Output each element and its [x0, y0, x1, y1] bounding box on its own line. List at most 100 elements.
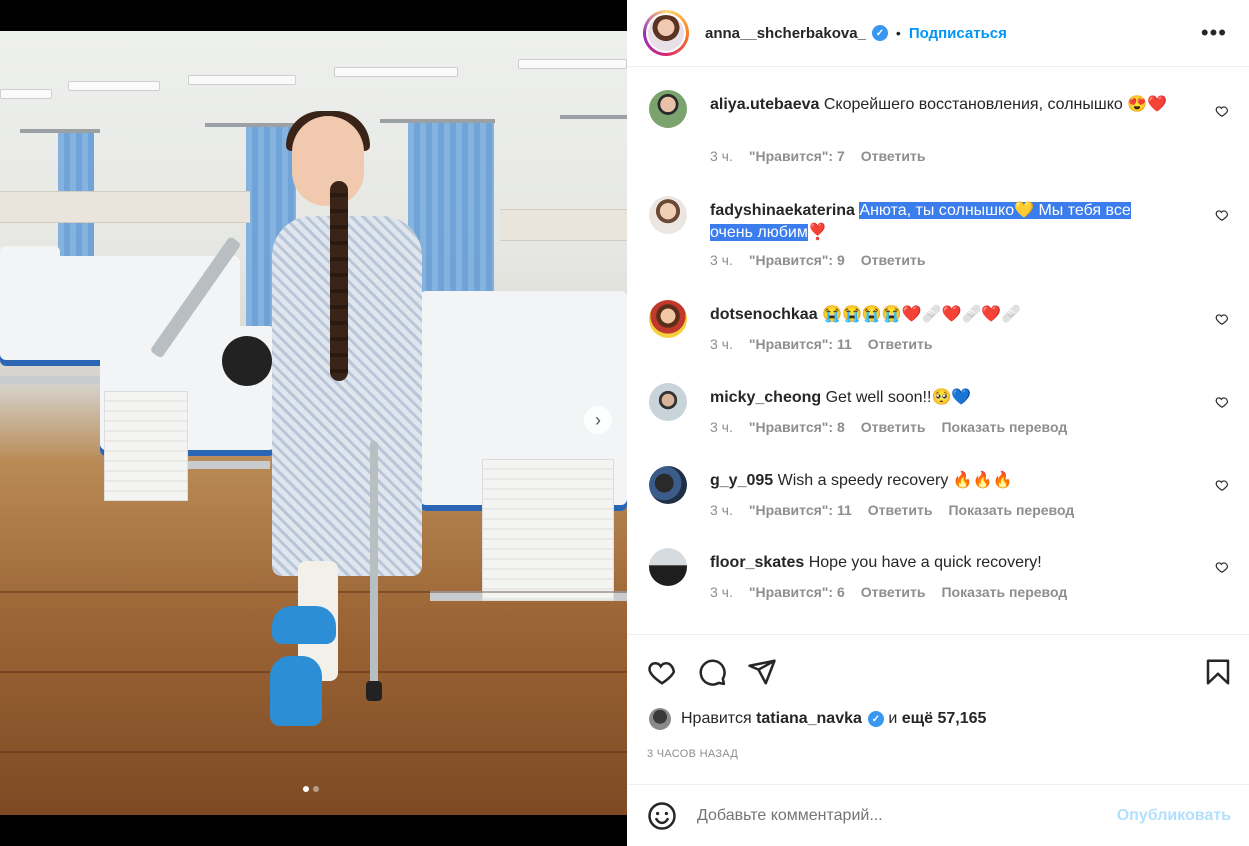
- like-heart-icon[interactable]: [647, 657, 677, 687]
- comment-likes[interactable]: "Нравится": 6: [749, 584, 845, 600]
- reply-button[interactable]: Ответить: [861, 584, 926, 600]
- person-shoe: [270, 656, 322, 726]
- comment-like-heart-icon[interactable]: [1215, 208, 1229, 222]
- follow-button[interactable]: Подписаться: [909, 25, 1007, 42]
- translate-button[interactable]: Показать перевод: [941, 584, 1067, 600]
- comment-avatar[interactable]: [649, 466, 687, 504]
- translate-button[interactable]: Показать перевод: [948, 502, 1074, 518]
- liker-username[interactable]: tatiana_navka: [756, 710, 862, 728]
- comment-like-heart-icon[interactable]: [1215, 395, 1229, 409]
- comment-input[interactable]: [697, 806, 1117, 825]
- comment-avatar[interactable]: [649, 548, 687, 586]
- comment-avatar[interactable]: [649, 383, 687, 421]
- post-panel: anna__shcherbakova_ ✓ • Подписаться ••• …: [627, 0, 1249, 846]
- comment-text: micky_cheong Get well soon!!🥺💙: [710, 387, 1170, 409]
- comment-meta: 3 ч. "Нравится": 11 Ответить: [710, 336, 932, 352]
- carousel-dots: [303, 786, 319, 792]
- ceiling-light: [0, 89, 52, 99]
- comment-emoji: 🥺💙: [931, 389, 972, 406]
- wall-panel: [0, 191, 250, 223]
- publish-button[interactable]: Опубликовать: [1117, 807, 1231, 825]
- comment-likes[interactable]: "Нравится": 9: [749, 252, 845, 268]
- reply-button[interactable]: Ответить: [861, 419, 926, 435]
- comment-text: aliya.utebaeva Скорейшего восстановления…: [710, 94, 1170, 116]
- curtain-rail: [560, 115, 627, 119]
- comment-like-heart-icon[interactable]: [1215, 104, 1229, 118]
- crutch: [370, 441, 378, 691]
- person-shoe: [272, 606, 336, 644]
- comment-bubble-icon[interactable]: [697, 657, 727, 687]
- comment-username[interactable]: fadyshinaekaterina: [710, 202, 855, 219]
- comment-emoji: 😍❤️: [1127, 96, 1168, 113]
- comment-meta: 3 ч. "Нравится": 11 Ответить Показать пе…: [710, 502, 1074, 518]
- post-photo[interactable]: [0, 31, 627, 815]
- comment-username[interactable]: g_y_095: [710, 472, 773, 489]
- comment-message: Скорейшего восстановления, солнышко: [823, 96, 1123, 113]
- translate-button[interactable]: Показать перевод: [941, 419, 1067, 435]
- reply-button[interactable]: Ответить: [861, 148, 926, 164]
- more-options-icon[interactable]: •••: [1201, 22, 1227, 44]
- comment-username[interactable]: micky_cheong: [710, 389, 821, 406]
- crutch-tip: [366, 681, 382, 701]
- comment-likes[interactable]: "Нравится": 8: [749, 419, 845, 435]
- ceiling-light: [518, 59, 627, 69]
- ceiling-light: [334, 67, 458, 77]
- verified-icon: ✓: [871, 25, 888, 41]
- comment-like-heart-icon[interactable]: [1215, 478, 1229, 492]
- separator: •: [895, 25, 901, 41]
- comment-time: 3 ч.: [710, 148, 733, 164]
- comment-username[interactable]: aliya.utebaeva: [710, 96, 819, 113]
- reply-button[interactable]: Ответить: [868, 336, 933, 352]
- add-comment-bar: Опубликовать: [627, 784, 1249, 846]
- wall-panel: [500, 209, 627, 241]
- comment-like-heart-icon[interactable]: [1215, 560, 1229, 574]
- comment-likes[interactable]: "Нравится": 11: [749, 336, 852, 352]
- comment-avatar[interactable]: [649, 300, 687, 338]
- comment-avatar[interactable]: [649, 196, 687, 234]
- comment: floor_skates Hope you have a quick recov…: [649, 548, 1239, 628]
- comment-username[interactable]: dotsenochkaa: [710, 306, 818, 323]
- reply-button[interactable]: Ответить: [861, 252, 926, 268]
- towel: [104, 391, 188, 501]
- comment-text: floor_skates Hope you have a quick recov…: [710, 552, 1170, 574]
- ceiling-light: [68, 81, 160, 91]
- liker-avatar[interactable]: [649, 708, 671, 730]
- towel: [482, 459, 614, 601]
- carousel-dot: [313, 786, 319, 792]
- comment-text: g_y_095 Wish a speedy recovery 🔥🔥🔥: [710, 470, 1170, 492]
- reply-button[interactable]: Ответить: [868, 502, 933, 518]
- next-photo-button[interactable]: ›: [584, 406, 612, 434]
- bookmark-icon[interactable]: [1203, 657, 1233, 687]
- comment: aliya.utebaeva Скорейшего восстановления…: [649, 90, 1239, 190]
- post-timestamp[interactable]: 3 ЧАСОВ НАЗАД: [647, 748, 738, 760]
- comment: micky_cheong Get well soon!!🥺💙 3 ч. "Нра…: [649, 383, 1239, 463]
- post-header: anna__shcherbakova_ ✓ • Подписаться •••: [627, 0, 1249, 67]
- comment-likes[interactable]: "Нравится": 7: [749, 148, 845, 164]
- comment-text: fadyshinaekaterina Анюта, ты солнышко💛 М…: [710, 200, 1170, 244]
- post-media: ›: [0, 0, 627, 846]
- comment-username[interactable]: floor_skates: [710, 554, 804, 571]
- likes-prefix: Нравится: [681, 710, 752, 727]
- carousel-dot-active: [303, 786, 309, 792]
- comment-message: Hope you have a quick recovery!: [808, 554, 1042, 571]
- share-send-icon[interactable]: [747, 657, 777, 687]
- likes-count[interactable]: ещё 57,165: [902, 710, 987, 728]
- floor-line: [0, 751, 627, 753]
- comment: dotsenochkaa 😭😭😭😭❤️🩹❤️🩹❤️🩹 3 ч. "Нравитс…: [649, 300, 1239, 380]
- crutch-tip: [222, 336, 272, 386]
- verified-icon: ✓: [867, 711, 884, 727]
- comment-text: dotsenochkaa 😭😭😭😭❤️🩹❤️🩹❤️🩹: [710, 304, 1170, 326]
- comment-meta: 3 ч. "Нравится": 6 Ответить Показать пер…: [710, 584, 1067, 600]
- comment-meta: 3 ч. "Нравится": 7 Ответить: [710, 148, 925, 164]
- comment-likes[interactable]: "Нравится": 11: [749, 502, 852, 518]
- comment-like-heart-icon[interactable]: [1215, 312, 1229, 326]
- author-avatar[interactable]: [643, 10, 689, 56]
- comment-emoji: ❣️: [807, 224, 828, 241]
- comments-list[interactable]: aliya.utebaeva Скорейшего восстановления…: [627, 68, 1249, 633]
- comment: g_y_095 Wish a speedy recovery 🔥🔥🔥 3 ч. …: [649, 466, 1239, 546]
- comment-avatar[interactable]: [649, 90, 687, 128]
- comment-message: Get well soon!!: [825, 389, 932, 406]
- comment-time: 3 ч.: [710, 336, 733, 352]
- author-username[interactable]: anna__shcherbakova_: [705, 25, 866, 42]
- emoji-smile-icon[interactable]: [647, 801, 677, 831]
